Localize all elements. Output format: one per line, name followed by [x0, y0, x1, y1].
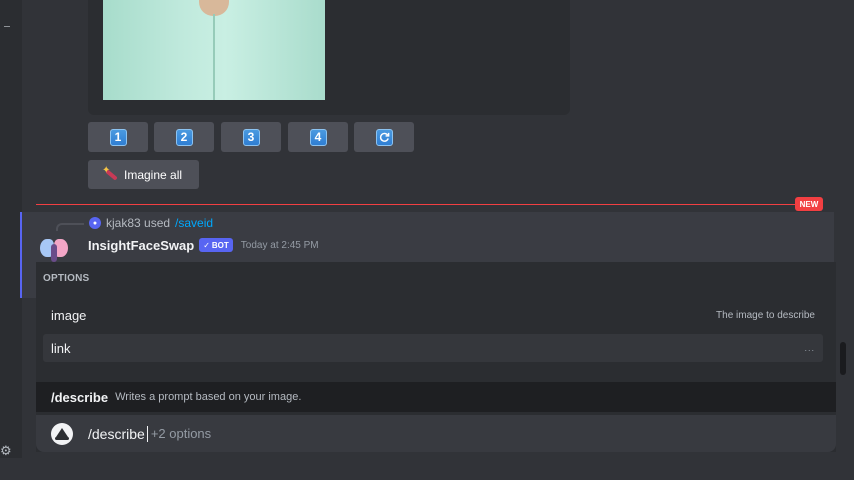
text-caret: [146, 425, 148, 442]
option-description: The image to describe: [716, 309, 815, 321]
option-name: image: [51, 307, 87, 323]
gear-icon[interactable]: ⚙: [0, 444, 14, 458]
message-input[interactable]: /describe +2 options: [36, 415, 836, 452]
imagine-all-label: Imagine all: [124, 167, 183, 182]
new-messages-divider: [36, 204, 822, 205]
upscale-button-1[interactable]: 1: [88, 122, 148, 152]
refresh-icon: [375, 128, 393, 146]
author-name[interactable]: InsightFaceSwap: [88, 238, 194, 253]
option-name: link: [51, 340, 71, 356]
bottom-overlay: [0, 458, 854, 480]
reply-spine: [56, 223, 84, 231]
reroll-button[interactable]: [354, 122, 414, 152]
server-rail: [0, 0, 22, 480]
suggestion-command: /describe: [51, 389, 109, 405]
keycap-4-icon: 4: [309, 128, 327, 146]
suggestion-description: Writes a prompt based on your image.: [115, 391, 302, 403]
input-more-options[interactable]: +2 options: [151, 426, 211, 441]
bot-tag-label: BOT: [211, 240, 229, 250]
reply-context[interactable]: ● kjak83 used /saveid: [89, 216, 213, 230]
new-badge: NEW: [795, 197, 823, 211]
photo-shirt: [213, 14, 215, 100]
keycap-2-icon: 2: [175, 128, 193, 146]
upscale-button-2[interactable]: 2: [154, 122, 214, 152]
imagine-all-button[interactable]: ✦ Imagine all: [88, 160, 199, 189]
upscale-button-4[interactable]: 4: [288, 122, 348, 152]
magic-wand-icon: ✦: [102, 166, 119, 183]
message-header: InsightFaceSwap ✓ BOT Today at 2:45 PM: [88, 236, 319, 254]
bot-tag: ✓ BOT: [199, 238, 233, 252]
upscale-button-3[interactable]: 3: [221, 122, 281, 152]
option-description: ...: [804, 343, 815, 353]
panel-scrollbar[interactable]: [840, 342, 846, 375]
rail-marker: [4, 26, 10, 27]
generated-image[interactable]: [103, 0, 325, 100]
timestamp: Today at 2:45 PM: [240, 239, 319, 251]
keycap-3-icon: 3: [242, 128, 260, 146]
reply-user: kjak83 used: [106, 216, 171, 230]
command-suggestion[interactable]: /describe Writes a prompt based on your …: [36, 382, 836, 412]
reply-command[interactable]: /saveid: [175, 216, 213, 230]
app-icon: [51, 422, 73, 445]
keycap-1-icon: 1: [109, 128, 127, 146]
option-link[interactable]: link ...: [43, 334, 823, 362]
input-command[interactable]: /describe: [88, 426, 145, 442]
option-image[interactable]: image The image to describe: [43, 301, 823, 329]
options-header: OPTIONS: [43, 273, 90, 284]
checkmark-icon: ✓: [203, 240, 210, 250]
discord-avatar-icon: ●: [89, 217, 101, 229]
